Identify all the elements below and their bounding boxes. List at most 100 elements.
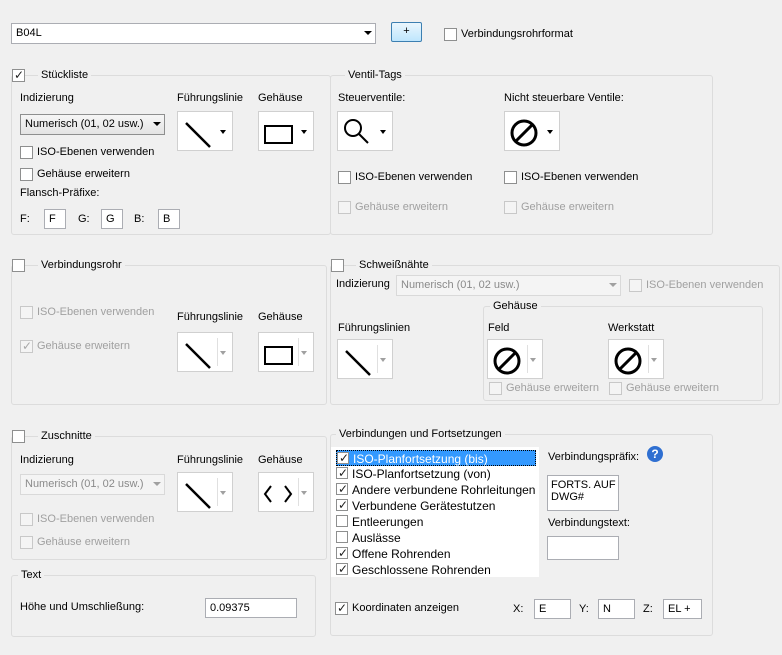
style-selector[interactable]: B04L: [11, 23, 376, 44]
zuschnitte-housing-button[interactable]: [258, 472, 314, 512]
separator: [527, 345, 528, 373]
coords-checkbox[interactable]: ✓: [335, 601, 348, 615]
flange-g-value: G: [106, 213, 115, 225]
rectangle-icon: [264, 346, 293, 365]
schweiss-checkbox[interactable]: [331, 259, 344, 272]
zuschnitte-indexing-value: Numerisch (01, 02 usw.): [25, 478, 144, 490]
field-expand-checkbox[interactable]: [489, 382, 502, 395]
no-symbol-icon: [614, 347, 642, 375]
flange-g-input[interactable]: G: [101, 209, 123, 229]
field-expand-label: Gehäuse erweitern: [506, 382, 599, 394]
verbindungsrohr-iso-label: ISO-Ebenen verwenden: [37, 306, 155, 318]
verbindungsrohr-title: Verbindungsrohr: [38, 259, 125, 271]
schweiss-iso-checkbox[interactable]: [629, 279, 642, 292]
verbindungsrohr-iso-checkbox[interactable]: [20, 306, 33, 319]
diagonal-line-icon: [185, 122, 211, 148]
verbindungsrohr-housing-label: Gehäuse: [258, 311, 303, 323]
separator: [648, 345, 649, 373]
separator: [298, 338, 299, 366]
connection-item-label: Andere verbundene Rohrleitungen: [352, 483, 536, 497]
zuschnitte-checkbox[interactable]: [12, 430, 25, 443]
connection-item-checkbox[interactable]: ✓: [336, 482, 348, 496]
verbindungsrohr-housing-button[interactable]: [258, 332, 314, 372]
shop-label: Werkstatt: [608, 322, 655, 334]
x-label: X:: [513, 603, 524, 615]
stueckliste-indexing-select[interactable]: Numerisch (01, 02 usw.): [20, 114, 165, 135]
zuschnitte-iso-checkbox[interactable]: [20, 513, 33, 526]
separator: [298, 478, 299, 506]
connection-item[interactable]: ✓ Offene Rohrenden: [336, 546, 536, 562]
shop-expand-checkbox[interactable]: [609, 382, 622, 395]
stueckliste-indexing-value: Numerisch (01, 02 usw.): [25, 118, 144, 130]
field-button[interactable]: [487, 339, 543, 379]
connection-item-checkbox[interactable]: ✓: [336, 562, 348, 576]
verbindungsrohr-expand-checkbox[interactable]: ✓: [20, 339, 33, 353]
y-input[interactable]: N: [598, 599, 635, 619]
x-input[interactable]: E: [534, 599, 571, 619]
stueckliste-leader-button[interactable]: [177, 111, 233, 151]
ventil-expand-checkbox-1[interactable]: [338, 201, 351, 214]
ventil-iso-label-1: ISO-Ebenen verwenden: [355, 171, 473, 183]
flange-b-input[interactable]: B: [158, 209, 180, 229]
connection-item[interactable]: ✓ Andere verbundene Rohrleitungen: [336, 482, 536, 498]
help-icon[interactable]: ?: [647, 446, 663, 462]
schweiss-indexing-select[interactable]: Numerisch (01, 02 usw.): [396, 275, 621, 296]
connection-item-checkbox[interactable]: ✓: [337, 451, 349, 465]
shop-button[interactable]: [608, 339, 664, 379]
zuschnitte-expand-label: Gehäuse erweitern: [37, 536, 130, 548]
schweiss-indexing-value: Numerisch (01, 02 usw.): [401, 279, 520, 291]
chevron-down-icon: [609, 283, 617, 287]
verbindungsrohr-leader-button[interactable]: [177, 332, 233, 372]
zuschnitte-title: Zuschnitte: [38, 430, 95, 442]
flange-f-input[interactable]: F: [44, 209, 66, 229]
connection-item[interactable]: ✓ ISO-Planfortsetzung (bis): [336, 450, 536, 466]
z-value: EL +: [668, 603, 691, 615]
connection-item[interactable]: ✓ ISO-Planfortsetzung (von): [336, 466, 536, 482]
zuschnitte-leader-label: Führungslinie: [177, 454, 244, 466]
prefix-input[interactable]: FORTS. AUF DWG#: [547, 475, 619, 511]
connection-item[interactable]: Entleerungen: [336, 514, 536, 530]
noncontrol-valves-button[interactable]: [504, 111, 560, 151]
connection-item-checkbox[interactable]: [336, 531, 348, 543]
coords-label: Koordinaten anzeigen: [352, 602, 460, 614]
connection-item-checkbox[interactable]: ✓: [336, 466, 348, 480]
ventil-iso-checkbox-1[interactable]: [338, 171, 351, 184]
connection-text-input[interactable]: [547, 536, 619, 560]
separator: [217, 478, 218, 506]
verbindungsrohr-checkbox[interactable]: [12, 259, 25, 272]
height-input[interactable]: 0.09375: [205, 598, 297, 618]
chevron-down-icon: [301, 491, 307, 495]
zuschnitte-leader-button[interactable]: [177, 472, 233, 512]
zuschnitte-expand-checkbox[interactable]: [20, 536, 33, 549]
rectangle-icon: [264, 125, 293, 144]
stueckliste-expand-checkbox[interactable]: [20, 168, 33, 181]
connection-item-checkbox[interactable]: ✓: [336, 498, 348, 512]
text-title: Text: [18, 569, 45, 581]
connection-item[interactable]: ✓ Geschlossene Rohrenden: [336, 562, 536, 578]
x-value: E: [539, 603, 547, 615]
chevron-down-icon: [651, 358, 657, 362]
ventil-title: Ventil-Tags: [345, 69, 405, 81]
flange-prefix-label: Flansch-Präfixe:: [20, 187, 100, 199]
stueckliste-housing-button[interactable]: [258, 111, 314, 151]
no-symbol-icon: [510, 119, 538, 147]
control-valves-button[interactable]: [337, 111, 393, 151]
connection-item-checkbox[interactable]: [336, 515, 348, 527]
schweiss-leader-button[interactable]: [337, 339, 393, 379]
style-selector-value: B04L: [16, 27, 42, 39]
ventil-expand-checkbox-2[interactable]: [504, 201, 517, 214]
schweiss-title: Schweißnähte: [356, 259, 432, 271]
ventil-iso-label-2: ISO-Ebenen verwenden: [521, 171, 639, 183]
z-input[interactable]: EL +: [663, 599, 702, 619]
add-button[interactable]: +: [391, 22, 422, 42]
verbindungsrohr-expand-label: Gehäuse erweitern: [37, 340, 130, 352]
connection-item[interactable]: Auslässe: [336, 530, 536, 546]
zuschnitte-indexing-select[interactable]: Numerisch (01, 02 usw.): [20, 474, 165, 495]
ventil-iso-checkbox-2[interactable]: [504, 171, 517, 184]
pipe-format-checkbox[interactable]: [444, 28, 457, 41]
connections-list[interactable]: ✓ ISO-Planfortsetzung (bis) ✓ ISO-Planforts…: [331, 447, 539, 577]
stueckliste-iso-checkbox[interactable]: [20, 146, 33, 159]
stueckliste-checkbox[interactable]: ✓: [12, 68, 25, 82]
connection-item-checkbox[interactable]: ✓: [336, 546, 348, 560]
connection-item[interactable]: ✓ Verbundene Gerätestutzen: [336, 498, 536, 514]
